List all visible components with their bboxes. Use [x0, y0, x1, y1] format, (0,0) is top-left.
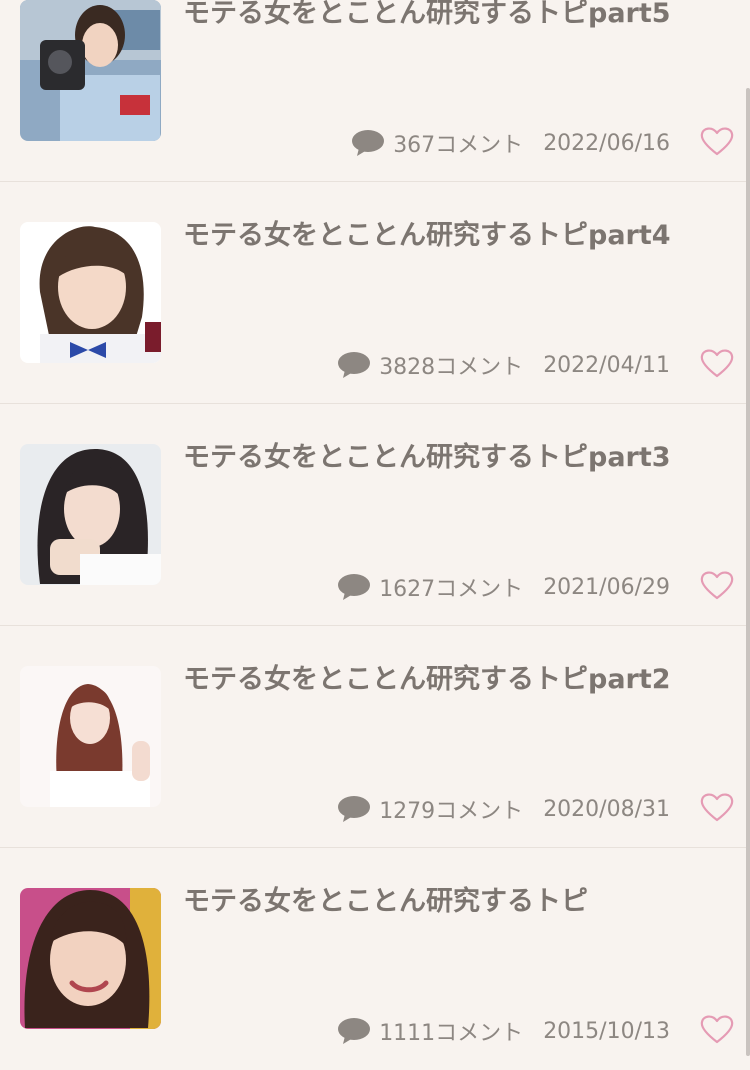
- comment-bubble-icon: [352, 130, 385, 156]
- topic-title[interactable]: モテる女をとことん研究するトピpart5: [183, 0, 738, 34]
- comment-count: 1279コメント: [379, 799, 524, 824]
- topic-thumbnail[interactable]: [20, 888, 161, 1029]
- topic-item[interactable]: モテる女をとことん研究するトピpart3 1627コメント 2021/06/29: [0, 404, 750, 626]
- comment-count: 1111コメント: [379, 1021, 524, 1046]
- topic-list: モテる女をとことん研究するトピpart5 367コメント 2022/06/16: [0, 0, 750, 1070]
- topic-meta: 1627コメント 2021/06/29: [337, 572, 670, 602]
- scrollbar[interactable]: [746, 88, 750, 1056]
- favorite-heart-button[interactable]: [700, 126, 734, 156]
- comment-count: 3828コメント: [379, 355, 524, 380]
- topic-date: 2015/10/13: [543, 1018, 670, 1044]
- photo-woman-bob-icon: [20, 222, 161, 363]
- topic-meta: 3828コメント 2022/04/11: [337, 350, 670, 380]
- photo-woman-stadium-icon: [20, 0, 161, 141]
- topic-item[interactable]: モテる女をとことん研究するトピ 1111コメント 2015/10/13: [0, 848, 750, 1070]
- topic-date: 2021/06/29: [543, 574, 670, 600]
- favorite-heart-button[interactable]: [700, 1014, 734, 1044]
- topic-title[interactable]: モテる女をとことん研究するトピ: [183, 882, 738, 922]
- topic-item[interactable]: モテる女をとことん研究するトピpart5 367コメント 2022/06/16: [0, 0, 750, 182]
- favorite-heart-button[interactable]: [700, 792, 734, 822]
- comment-bubble-icon: [338, 352, 371, 378]
- topic-thumbnail[interactable]: [20, 444, 161, 585]
- topic-thumbnail[interactable]: [20, 666, 161, 807]
- topic-title[interactable]: モテる女をとことん研究するトピpart4: [183, 216, 738, 256]
- heart-icon: [700, 1015, 734, 1044]
- photo-woman-longhair-icon: [20, 444, 161, 585]
- topic-item[interactable]: モテる女をとことん研究するトピpart2 1279コメント 2020/08/31: [0, 626, 750, 848]
- topic-meta: 367コメント 2022/06/16: [351, 128, 670, 158]
- photo-woman-brown-hair-icon: [20, 666, 161, 807]
- topic-thumbnail[interactable]: [20, 222, 161, 363]
- topic-thumbnail[interactable]: [20, 0, 161, 141]
- favorite-heart-button[interactable]: [700, 348, 734, 378]
- topic-date: 2020/08/31: [543, 796, 670, 822]
- topic-meta: 1111コメント 2015/10/13: [337, 1016, 670, 1046]
- comment-bubble-icon: [338, 796, 371, 822]
- favorite-heart-button[interactable]: [700, 570, 734, 600]
- topic-title[interactable]: モテる女をとことん研究するトピpart2: [183, 660, 738, 700]
- comment-count: 1627コメント: [379, 577, 524, 602]
- topic-item[interactable]: モテる女をとことん研究するトピpart4 3828コメント 2022/04/11: [0, 182, 750, 404]
- photo-woman-smile-icon: [20, 888, 161, 1029]
- heart-icon: [700, 349, 734, 378]
- heart-icon: [700, 571, 734, 600]
- heart-icon: [700, 127, 734, 156]
- comment-bubble-icon: [338, 574, 371, 600]
- comment-count: 367コメント: [393, 133, 524, 158]
- comment-bubble-icon: [338, 1018, 371, 1044]
- topic-title[interactable]: モテる女をとことん研究するトピpart3: [183, 438, 738, 478]
- heart-icon: [700, 793, 734, 822]
- topic-date: 2022/04/11: [543, 352, 670, 378]
- topic-date: 2022/06/16: [543, 130, 670, 156]
- topic-meta: 1279コメント 2020/08/31: [337, 794, 670, 824]
